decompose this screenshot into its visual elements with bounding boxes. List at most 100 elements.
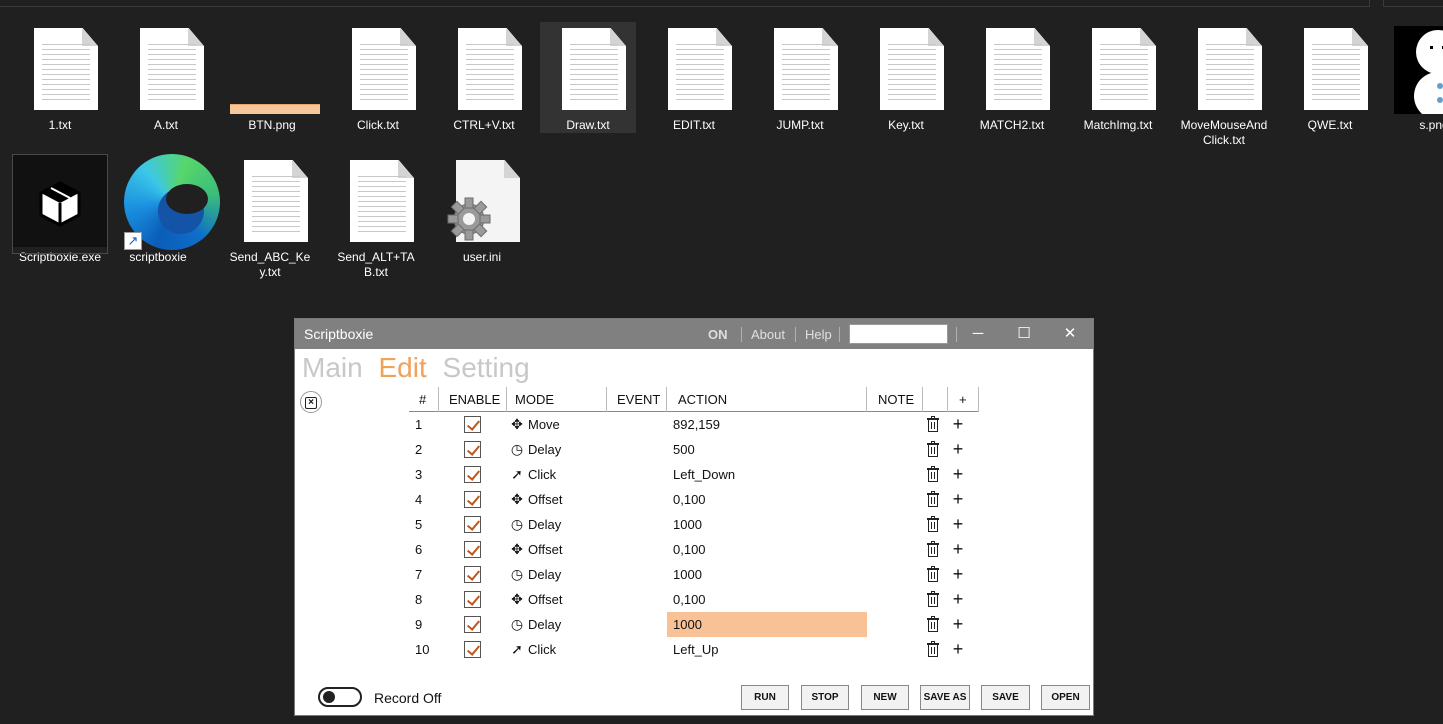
add-row-button[interactable]: + <box>952 437 964 462</box>
tab-edit[interactable]: Edit <box>378 352 426 383</box>
mode-cell[interactable]: ◷ Delay <box>509 562 607 587</box>
file-item[interactable]: ↗ scriptboxie <box>110 154 220 265</box>
file-item[interactable]: Click.txt <box>330 22 426 133</box>
event-cell[interactable] <box>607 462 667 487</box>
event-cell[interactable] <box>607 512 667 537</box>
title-bar[interactable]: Scriptboxie ON About Help ─ ☐ ✕ <box>295 319 1093 349</box>
enable-checkbox[interactable] <box>464 641 481 658</box>
event-cell[interactable] <box>607 637 667 662</box>
header-note[interactable]: NOTE <box>867 387 923 412</box>
action-cell[interactable]: 500 <box>667 437 867 462</box>
note-cell[interactable] <box>867 637 923 662</box>
file-item[interactable]: JUMP.txt <box>752 22 848 133</box>
enable-checkbox[interactable] <box>464 416 481 433</box>
header-add-button[interactable]: + <box>948 387 979 412</box>
enable-checkbox[interactable] <box>464 491 481 508</box>
table-row[interactable]: 2 ◷ Delay 500 + <box>409 437 979 462</box>
table-row[interactable]: 9 ◷ Delay 1000 + <box>409 612 979 637</box>
file-item[interactable]: Key.txt <box>858 22 954 133</box>
event-cell[interactable] <box>607 487 667 512</box>
file-item[interactable]: Send_ABC_Key.txt <box>222 154 318 280</box>
mode-cell[interactable]: ✥ Offset <box>509 587 607 612</box>
mode-cell[interactable]: ➚ Click <box>509 462 607 487</box>
mode-cell[interactable]: ◷ Delay <box>509 612 607 637</box>
clear-script-button[interactable]: × <box>300 391 322 413</box>
trash-icon[interactable] <box>927 616 939 632</box>
save-as-button[interactable]: SAVE AS <box>920 685 970 710</box>
file-item[interactable]: 1.txt <box>12 22 108 133</box>
note-cell[interactable] <box>867 512 923 537</box>
file-item[interactable]: BTN.png <box>224 22 320 133</box>
run-button[interactable]: RUN <box>741 685 789 710</box>
trash-icon[interactable] <box>927 466 939 482</box>
action-cell[interactable]: 892,159 <box>667 412 867 437</box>
add-row-button[interactable]: + <box>952 587 964 612</box>
action-cell[interactable]: 1000 <box>667 512 867 537</box>
table-row[interactable]: 1 ✥ Move 892,159 + <box>409 412 979 437</box>
table-row[interactable]: 8 ✥ Offset 0,100 + <box>409 587 979 612</box>
action-cell[interactable]: Left_Down <box>667 462 867 487</box>
mode-cell[interactable]: ◷ Delay <box>509 437 607 462</box>
note-cell[interactable] <box>867 612 923 637</box>
enable-checkbox[interactable] <box>464 516 481 533</box>
file-item[interactable]: MATCH2.txt <box>964 22 1060 133</box>
event-cell[interactable] <box>607 587 667 612</box>
note-cell[interactable] <box>867 462 923 487</box>
table-row[interactable]: 10 ➚ Click Left_Up + <box>409 637 979 662</box>
enable-checkbox[interactable] <box>464 566 481 583</box>
mode-cell[interactable]: ➚ Click <box>509 637 607 662</box>
file-item[interactable]: MoveMouseAndClick.txt <box>1176 22 1272 148</box>
trash-icon[interactable] <box>927 491 939 507</box>
note-cell[interactable] <box>867 562 923 587</box>
tab-main[interactable]: Main <box>302 352 363 383</box>
action-cell[interactable]: 0,100 <box>667 587 867 612</box>
action-cell[interactable]: 1000 <box>667 562 867 587</box>
table-row[interactable]: 5 ◷ Delay 1000 + <box>409 512 979 537</box>
file-item[interactable]: user.ini <box>434 154 530 265</box>
event-cell[interactable] <box>607 437 667 462</box>
trash-icon[interactable] <box>927 416 939 432</box>
note-cell[interactable] <box>867 487 923 512</box>
add-row-button[interactable]: + <box>952 562 964 587</box>
trash-icon[interactable] <box>927 591 939 607</box>
mode-cell[interactable]: ✥ Move <box>509 412 607 437</box>
file-item[interactable]: A.txt <box>118 22 214 133</box>
enable-checkbox[interactable] <box>464 441 481 458</box>
add-row-button[interactable]: + <box>952 537 964 562</box>
action-cell[interactable]: Left_Up <box>667 637 867 662</box>
enable-checkbox[interactable] <box>464 466 481 483</box>
action-cell[interactable]: 1000 <box>667 612 867 637</box>
action-cell[interactable]: 0,100 <box>667 487 867 512</box>
header-num[interactable]: # <box>409 387 439 412</box>
save-button[interactable]: SAVE <box>981 685 1030 710</box>
file-item[interactable]: Scriptboxie.exe <box>12 154 108 265</box>
close-button[interactable]: ✕ <box>1047 319 1093 349</box>
maximize-button[interactable]: ☐ <box>1001 319 1047 349</box>
help-link[interactable]: Help <box>805 327 832 342</box>
add-row-button[interactable]: + <box>952 487 964 512</box>
header-mode[interactable]: MODE <box>507 387 607 412</box>
file-item[interactable]: MatchImg.txt <box>1070 22 1166 133</box>
add-row-button[interactable]: + <box>952 462 964 487</box>
enable-checkbox[interactable] <box>464 541 481 558</box>
tab-setting[interactable]: Setting <box>443 352 530 383</box>
add-row-button[interactable]: + <box>952 512 964 537</box>
note-cell[interactable] <box>867 437 923 462</box>
stop-button[interactable]: STOP <box>801 685 849 710</box>
add-row-button[interactable]: + <box>952 412 964 437</box>
action-cell[interactable]: 0,100 <box>667 537 867 562</box>
enable-checkbox[interactable] <box>464 616 481 633</box>
table-row[interactable]: 4 ✥ Offset 0,100 + <box>409 487 979 512</box>
minimize-button[interactable]: ─ <box>955 319 1001 349</box>
mode-cell[interactable]: ✥ Offset <box>509 537 607 562</box>
event-cell[interactable] <box>607 562 667 587</box>
trash-icon[interactable] <box>927 541 939 557</box>
table-row[interactable]: 6 ✥ Offset 0,100 + <box>409 537 979 562</box>
trash-icon[interactable] <box>927 441 939 457</box>
table-row[interactable]: 3 ➚ Click Left_Down + <box>409 462 979 487</box>
header-enable[interactable]: ENABLE <box>439 387 507 412</box>
event-cell[interactable] <box>607 412 667 437</box>
header-action[interactable]: ACTION <box>667 387 867 412</box>
mode-cell[interactable]: ✥ Offset <box>509 487 607 512</box>
trash-icon[interactable] <box>927 641 939 657</box>
